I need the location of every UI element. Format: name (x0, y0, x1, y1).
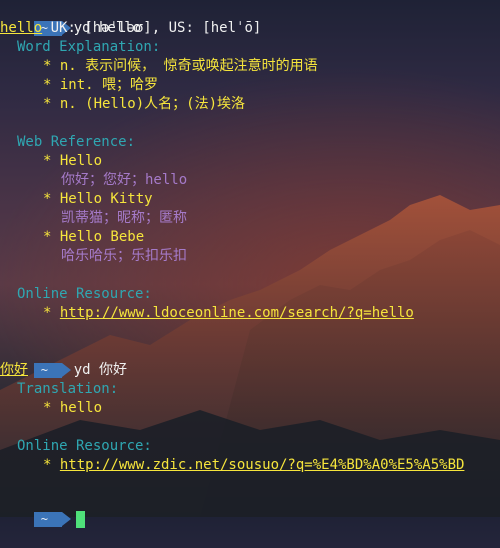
prompt-badge: ~ (33, 362, 71, 378)
headword-line: hello UK: [həˈləʊ], US: [helˈō] (0, 19, 261, 38)
translation-header: Translation: (17, 381, 119, 397)
prompt-line-1: ~ yd hello (0, 0, 141, 36)
online-resource-header: Online Resource: (17, 438, 152, 454)
online-resource-link[interactable]: http://www.zdic.net/sousuo/?q=%E4%BD%A0%… (60, 457, 465, 473)
online-resource-link[interactable]: http://www.ldoceonline.com/search/?q=hel… (60, 305, 414, 321)
definition-item: * n. 表示问候， 惊奇或唤起注意时的用语 (43, 58, 318, 74)
prompt-line-3[interactable]: ~ (0, 491, 85, 528)
web-reference-header: Web Reference: (17, 134, 136, 150)
web-ref-meaning: 哈乐哈乐；乐扣乐扣 (61, 248, 187, 264)
translation-item: * hello (43, 400, 103, 416)
terminal-window[interactable]: ~ yd hello hello UK: [həˈləʊ], US: [helˈō… (0, 0, 500, 528)
prompt-badge: ~ (33, 511, 71, 527)
headword: 你好 (0, 362, 28, 378)
command-text: yd 你好 (73, 362, 128, 378)
prompt-line-2: ~ yd 你好 (0, 342, 127, 378)
online-resource-item: * http://www.ldoceonline.com/search/?q=h… (43, 305, 414, 321)
definition-item: * n. (Hello)人名；(法)埃洛 (43, 96, 246, 112)
web-ref-phrase: * Hello (43, 153, 103, 169)
online-resource-item: * http://www.zdic.net/sousuo/?q=%E4%BD%A… (43, 457, 465, 473)
headword: hello (0, 20, 43, 36)
web-ref-meaning: 凯蒂猫；昵称；匿称 (61, 210, 187, 226)
web-ref-meaning: 你好；您好；hello (61, 172, 188, 188)
word-explanation-header: Word Explanation: (17, 39, 161, 55)
web-ref-phrase: * Hello Kitty (43, 191, 153, 207)
phonetic-text: UK: [həˈləʊ], US: [helˈō] (42, 20, 262, 36)
web-ref-phrase: * Hello Bebe (43, 229, 145, 245)
definition-item: * int. 喂；哈罗 (43, 77, 159, 93)
headword-line: 你好 (0, 361, 28, 380)
text-cursor (75, 510, 85, 528)
online-resource-header: Online Resource: (17, 286, 152, 302)
